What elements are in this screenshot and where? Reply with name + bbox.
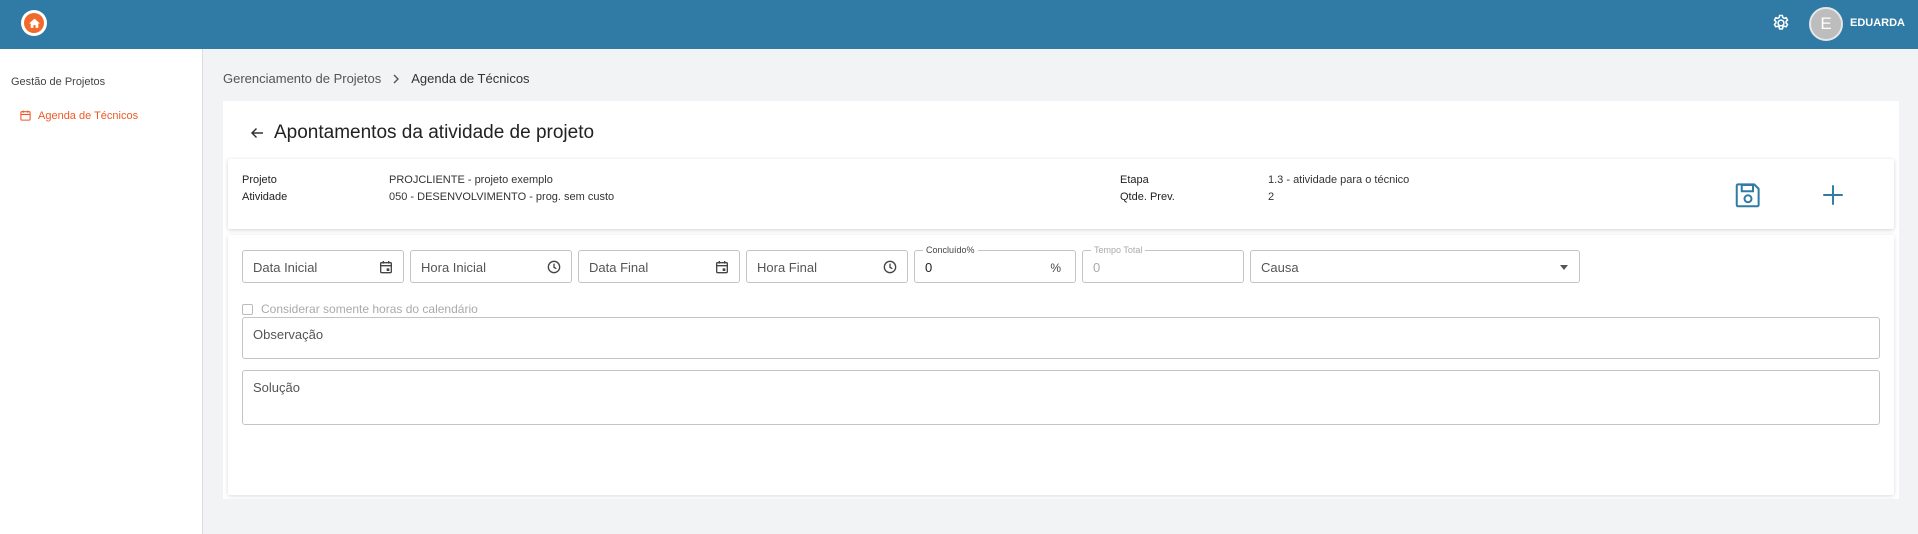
solucao-placeholder: Solução xyxy=(253,380,300,395)
calendar-hours-checkbox[interactable] xyxy=(242,303,253,315)
dropdown-caret-icon xyxy=(1560,265,1568,270)
page-title: Apontamentos da atividade de projeto xyxy=(274,122,595,143)
atividade-label: Atividade xyxy=(242,191,288,203)
qtde-prev-value: 2 xyxy=(1268,191,1275,203)
observacao-placeholder: Observação xyxy=(253,327,324,342)
hora-final-placeholder: Hora Final xyxy=(757,260,817,275)
calendar-icon xyxy=(20,110,31,121)
calendar-picker-icon[interactable] xyxy=(714,259,730,275)
sidebar: Gestão de Projetos Agenda de Técnicos xyxy=(0,49,203,534)
user-name[interactable]: EDUARDA xyxy=(1850,17,1905,29)
sidebar-section-title: Gestão de Projetos xyxy=(11,76,106,88)
data-inicial-field[interactable]: Data Inicial xyxy=(242,250,404,283)
projeto-label: Projeto xyxy=(242,174,277,186)
sidebar-item-label: Agenda de Técnicos xyxy=(38,109,139,122)
tempo-total-value: 0 xyxy=(1093,260,1101,275)
breadcrumb-item-gerenciamento[interactable]: Gerenciamento de Projetos xyxy=(223,71,381,86)
calendar-hours-option[interactable]: Considerar somente horas do calendário xyxy=(242,302,478,316)
solucao-textarea[interactable]: Solução xyxy=(242,370,1880,425)
data-inicial-placeholder: Data Inicial xyxy=(253,260,318,275)
data-final-placeholder: Data Final xyxy=(589,260,649,275)
top-bar: E EDUARDA xyxy=(0,0,1918,49)
settings-gear-icon[interactable] xyxy=(1771,13,1791,33)
projeto-value: PROJCLIENTE - projeto exemplo xyxy=(389,174,553,186)
concluido-percent-field[interactable]: Concluído% 0 % xyxy=(914,245,1076,283)
atividade-value: 050 - DESENVOLVIMENTO - prog. sem custo xyxy=(389,191,615,203)
hora-inicial-field[interactable]: Hora Inicial xyxy=(410,250,572,283)
sidebar-item-agenda-de-tecnicos[interactable]: Agenda de Técnicos xyxy=(19,109,138,122)
concluido-value: 0 xyxy=(925,260,933,275)
clock-icon[interactable] xyxy=(882,259,898,275)
chevron-right-icon xyxy=(393,74,400,83)
clock-icon[interactable] xyxy=(546,259,562,275)
save-floppy-icon[interactable] xyxy=(1733,180,1763,210)
tempo-total-label: Tempo Total xyxy=(1091,245,1146,255)
tempo-total-field: Tempo Total 0 xyxy=(1082,245,1244,283)
causa-placeholder: Causa xyxy=(1261,260,1299,275)
data-final-field[interactable]: Data Final xyxy=(578,250,740,283)
etapa-label: Etapa xyxy=(1120,174,1149,186)
etapa-value: 1.3 - atividade para o técnico xyxy=(1268,174,1410,186)
percent-suffix: % xyxy=(1050,261,1061,275)
main-panel: Apontamentos da atividade de projeto Pro… xyxy=(223,101,1899,499)
qtde-prev-label: Qtde. Prev. xyxy=(1120,191,1175,203)
back-arrow-icon[interactable] xyxy=(250,126,264,140)
hora-final-field[interactable]: Hora Final xyxy=(746,250,908,283)
app-logo[interactable] xyxy=(21,10,47,36)
hora-inicial-placeholder: Hora Inicial xyxy=(421,260,487,275)
breadcrumb-item-current: Agenda de Técnicos xyxy=(411,71,530,86)
observacao-textarea[interactable]: Observação xyxy=(242,317,1880,359)
appointment-form: Data Inicial Hora Inicial Data Final Hor… xyxy=(228,235,1894,495)
user-avatar[interactable]: E xyxy=(1809,7,1843,41)
panel-header: Apontamentos da atividade de projeto xyxy=(250,122,594,144)
home-logo-icon xyxy=(24,13,44,33)
calendar-picker-icon[interactable] xyxy=(378,259,394,275)
concluido-label: Concluído% xyxy=(923,245,978,255)
add-plus-icon[interactable] xyxy=(1820,182,1846,208)
breadcrumb: Gerenciamento de Projetos Agenda de Técn… xyxy=(223,71,530,86)
calendar-hours-label: Considerar somente horas do calendário xyxy=(261,302,478,316)
project-info-card: Projeto PROJCLIENTE - projeto exemplo At… xyxy=(228,159,1894,229)
causa-select[interactable]: Causa xyxy=(1250,250,1580,283)
